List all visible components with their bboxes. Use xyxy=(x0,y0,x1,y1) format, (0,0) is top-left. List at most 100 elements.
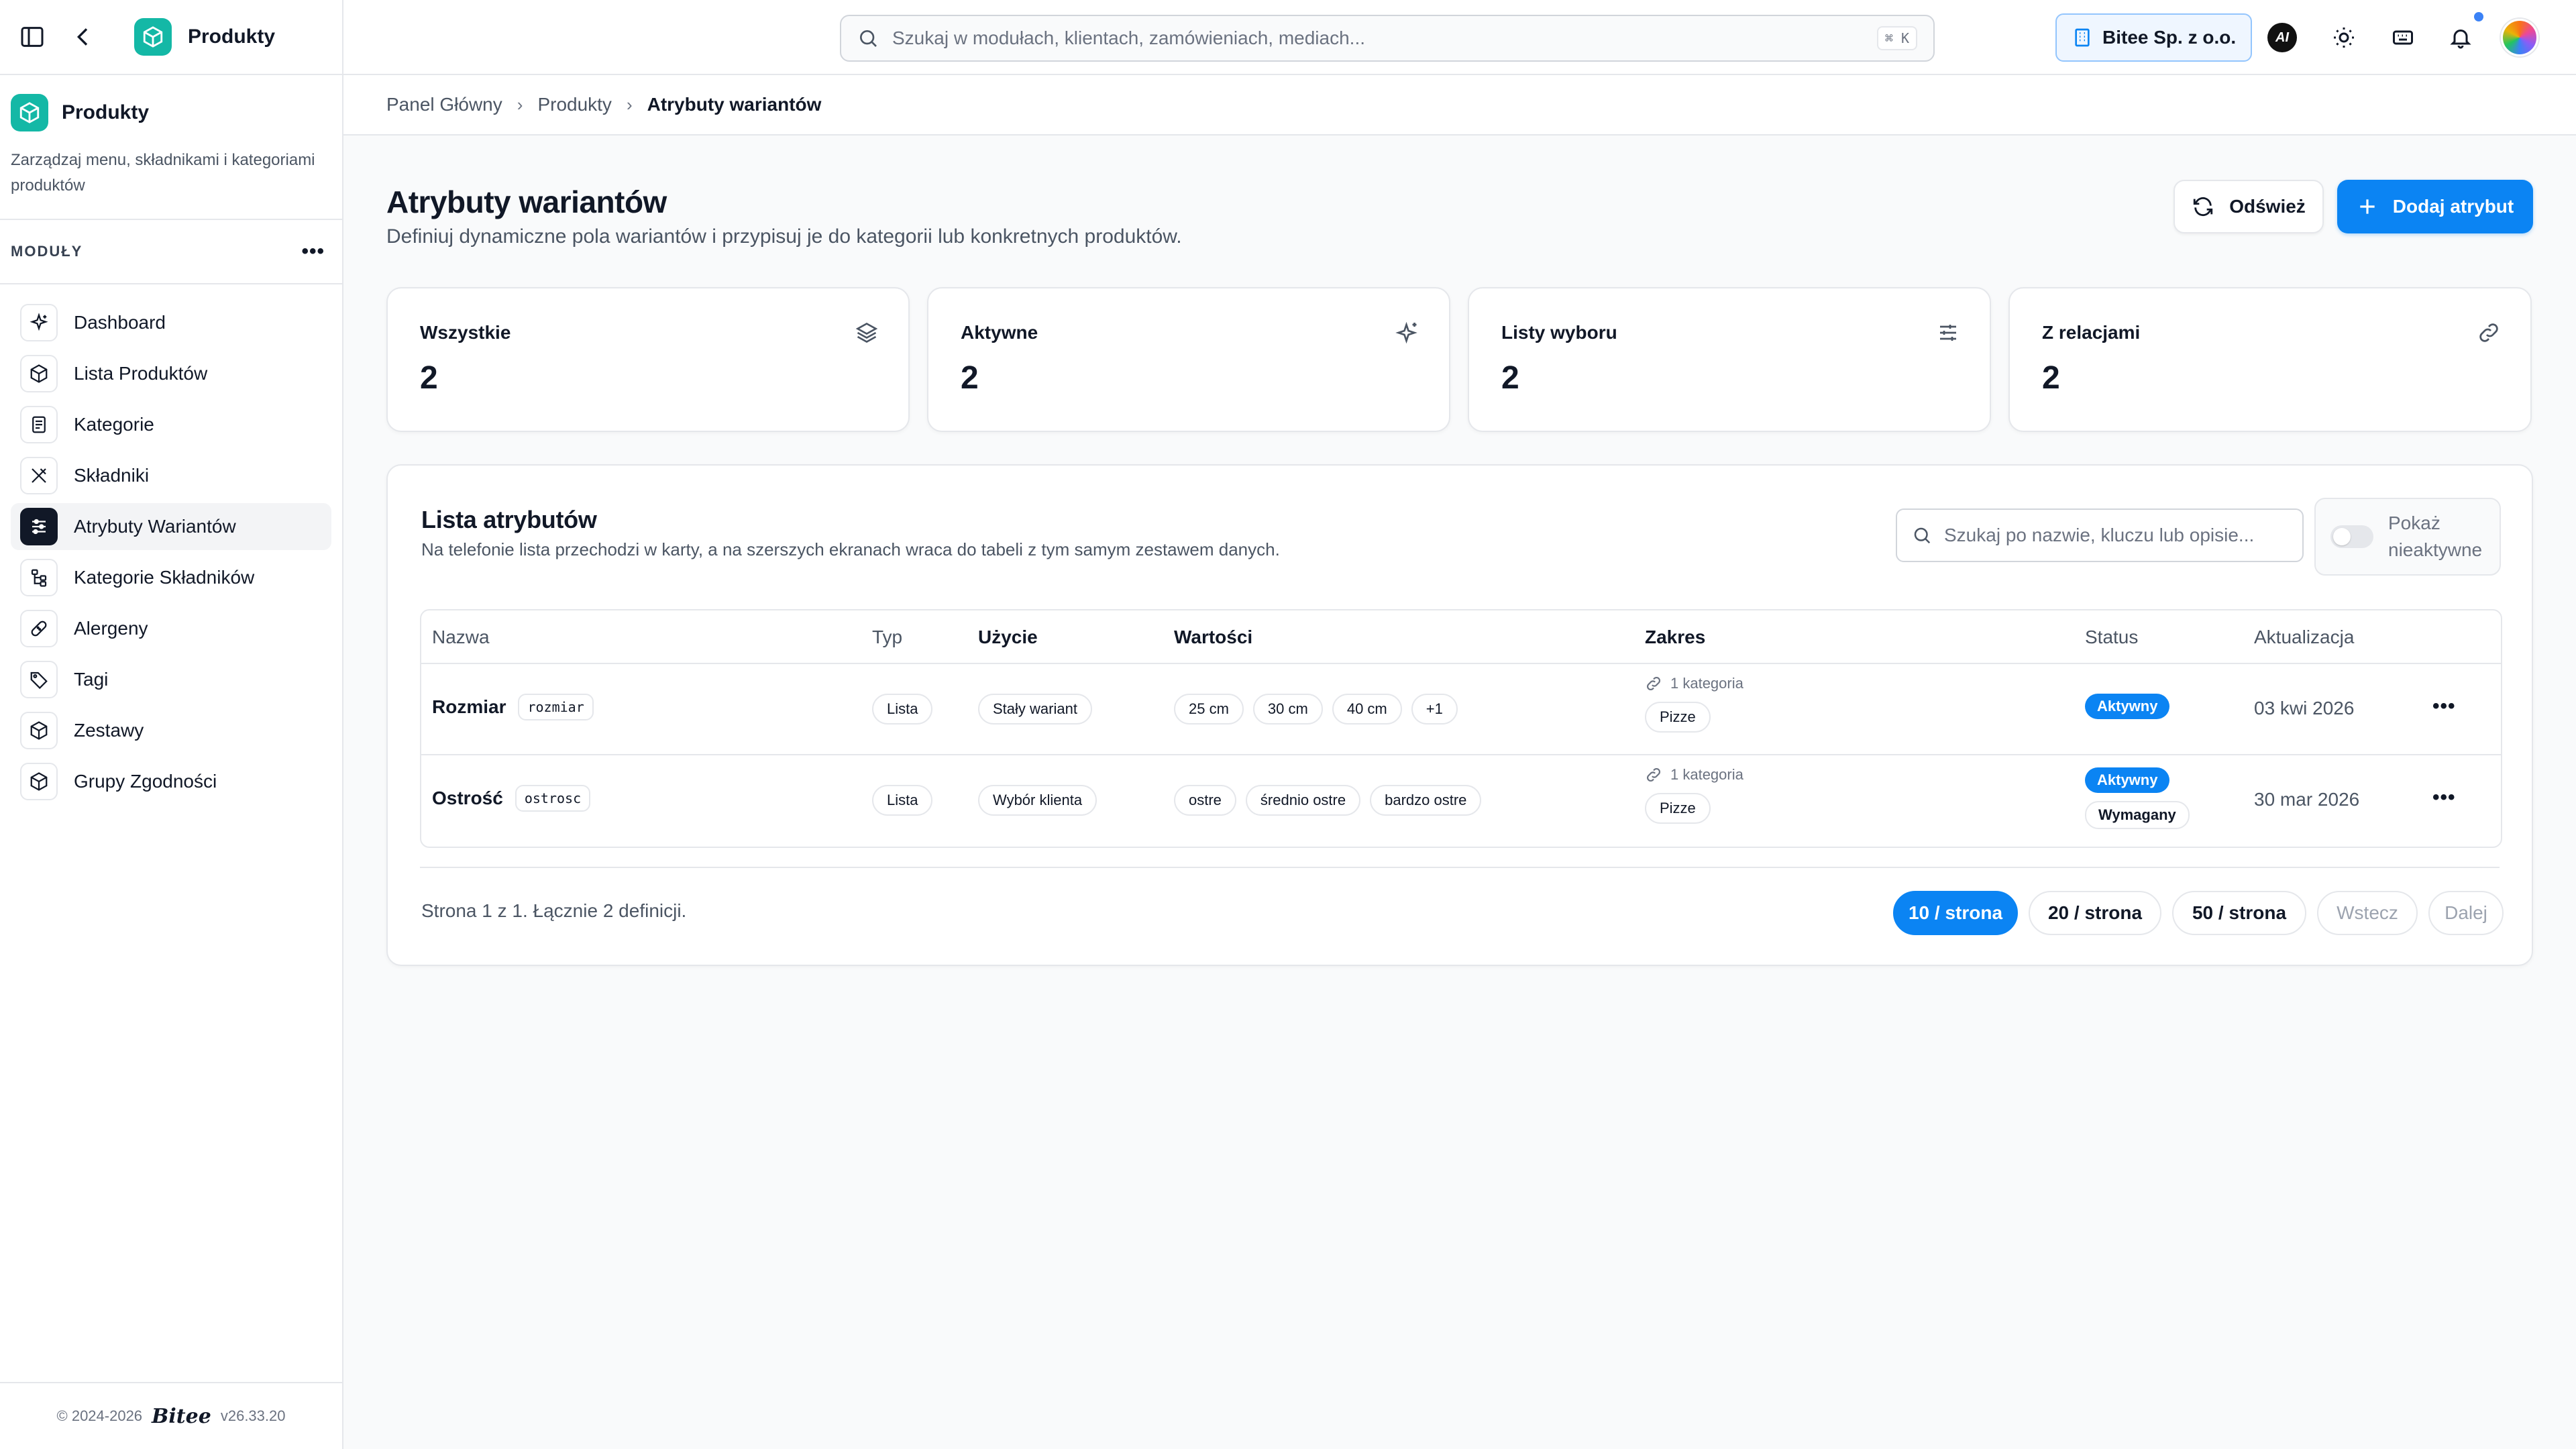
stat-value: 2 xyxy=(2042,360,2060,396)
box-icon xyxy=(20,712,58,749)
search-icon xyxy=(857,28,879,49)
stat-card-all: Wszystkie 2 xyxy=(386,287,910,432)
sidebar-item-lista-produktow[interactable]: Lista Produktów xyxy=(11,350,331,397)
page-size-10-button[interactable]: 10 / strona xyxy=(1893,891,2018,935)
refresh-button[interactable]: Odśwież xyxy=(2174,180,2324,233)
toggle-label-line2: nieaktywne xyxy=(2388,539,2483,560)
next-page-button[interactable]: Dalej xyxy=(2428,891,2504,935)
row-more-icon[interactable]: ••• xyxy=(2432,786,2456,809)
bell-icon[interactable] xyxy=(2447,24,2474,51)
section-title: Produkty xyxy=(62,101,150,123)
sliders-icon xyxy=(20,508,58,545)
page-title: Atrybuty wariantów xyxy=(386,184,667,219)
column-header-scope: Zakres xyxy=(1645,627,1706,647)
breadcrumb-item-current: Atrybuty wariantów xyxy=(647,94,822,115)
column-header-name[interactable]: Nazwa xyxy=(432,627,490,648)
breadcrumb-item-produkty[interactable]: Produkty xyxy=(537,94,612,115)
attribute-search-placeholder: Szukaj po nazwie, kluczu lub opisie... xyxy=(1944,525,2255,545)
sidebar-section-header: Produkty Zarządzaj menu, składnikami i k… xyxy=(0,75,342,220)
attribute-key: rozmiar xyxy=(518,694,594,720)
sidebar-nav: Dashboard Lista Produktów Kategorie Skła… xyxy=(0,284,342,805)
stat-label: Z relacjami xyxy=(2042,322,2141,343)
stat-label: Wszystkie xyxy=(420,322,511,343)
footer-version: v26.33.20 xyxy=(220,1407,286,1424)
section-description: Zarządzaj menu, składnikami i kategoriam… xyxy=(11,151,315,195)
toggle-switch[interactable] xyxy=(2330,525,2373,548)
keyboard-icon[interactable] xyxy=(2390,24,2416,51)
list-subtitle: Na telefonie lista przechodzi w karty, a… xyxy=(421,539,1280,559)
values-cell: ostre średnio ostre bardzo ostre xyxy=(1174,785,1482,816)
value-more-pill[interactable]: +1 xyxy=(1411,694,1458,724)
global-search-placeholder: Szukaj w modułach, klientach, zamówienia… xyxy=(892,28,1366,48)
tag-icon xyxy=(20,661,58,698)
value-pill: średnio ostre xyxy=(1245,785,1361,816)
table-row[interactable]: Ostrość ostrosc Lista Wybór klienta ostr… xyxy=(421,755,2501,847)
ai-assistant-icon[interactable]: AI xyxy=(2267,23,2297,52)
column-header-usage: Użycie xyxy=(978,627,1038,647)
page-size-50-button[interactable]: 50 / strona xyxy=(2172,891,2306,935)
value-pill: 40 cm xyxy=(1332,694,1402,724)
row-more-icon[interactable]: ••• xyxy=(2432,695,2456,718)
table-header: Nazwa Typ Użycie Wartości Zakres Status … xyxy=(421,610,2501,664)
chevron-right-icon: › xyxy=(517,94,523,115)
sidebar-item-dashboard[interactable]: Dashboard xyxy=(11,299,331,346)
search-shortcut: ⌘ K xyxy=(1876,26,1917,50)
modules-more-icon[interactable]: ••• xyxy=(301,240,325,263)
attribute-search-input[interactable]: Szukaj po nazwie, kluczu lub opisie... xyxy=(1896,508,2304,562)
updated-date: 03 kwi 2026 xyxy=(2254,698,2355,718)
modules-header: MODUŁY ••• xyxy=(0,220,342,284)
sidebar-item-label: Atrybuty Wariantów xyxy=(74,516,236,537)
breadcrumb: Panel Główny › Produkty › Atrybuty waria… xyxy=(343,75,2576,136)
toggle-label-line1: Pokaż xyxy=(2388,513,2440,533)
sparkles-icon xyxy=(1395,321,1419,345)
sidebar-item-atrybuty-wariantow[interactable]: Atrybuty Wariantów xyxy=(11,503,331,550)
company-switcher[interactable]: Bitee Sp. z o.o. xyxy=(2055,13,2253,62)
column-header-values: Wartości xyxy=(1174,627,1253,647)
utensils-icon xyxy=(20,457,58,494)
sidebar-toggle-icon[interactable] xyxy=(19,23,46,50)
back-chevron-icon[interactable] xyxy=(70,23,97,50)
avatar[interactable] xyxy=(2501,19,2538,56)
chevron-right-icon: › xyxy=(626,94,633,115)
refresh-label: Odśwież xyxy=(2229,196,2306,217)
layers-icon xyxy=(855,321,879,345)
sliders-icon xyxy=(1936,321,1960,345)
sidebar-item-alergeny[interactable]: Alergeny xyxy=(11,605,331,652)
sidebar-item-label: Kategorie xyxy=(74,414,154,435)
type-pill: Lista xyxy=(872,694,933,724)
column-header-status[interactable]: Status xyxy=(2085,627,2138,648)
attribute-name: Rozmiar xyxy=(432,696,506,717)
values-cell: 25 cm 30 cm 40 cm +1 xyxy=(1174,694,1458,724)
section-box-icon xyxy=(11,94,48,131)
sidebar-item-grupy-zgodnosci[interactable]: Grupy Zgodności xyxy=(11,758,331,805)
updated-date: 30 mar 2026 xyxy=(2254,789,2360,810)
scope-count-text: 1 kategoria xyxy=(1670,766,1743,783)
sidebar-item-skladniki[interactable]: Składniki xyxy=(11,452,331,499)
sidebar-item-label: Dashboard xyxy=(74,312,166,333)
stat-value: 2 xyxy=(420,360,438,396)
table-row[interactable]: Rozmiar rozmiar Lista Stały wariant 25 c… xyxy=(421,664,2501,755)
prev-page-button[interactable]: Wstecz xyxy=(2317,891,2418,935)
page-size-20-button[interactable]: 20 / strona xyxy=(2029,891,2161,935)
divider xyxy=(420,867,2500,868)
usage-pill: Stały wariant xyxy=(978,694,1092,724)
scope-count: 1 kategoria xyxy=(1645,675,1743,692)
building-icon xyxy=(2072,27,2093,48)
sidebar-item-kategorie-skladnikow[interactable]: Kategorie Składników xyxy=(11,554,331,601)
value-pill: 25 cm xyxy=(1174,694,1244,724)
sidebar-item-kategorie[interactable]: Kategorie xyxy=(11,401,331,448)
sidebar-item-tagi[interactable]: Tagi xyxy=(11,656,331,703)
value-pill: bardzo ostre xyxy=(1370,785,1482,816)
column-header-updated[interactable]: Aktualizacja xyxy=(2254,627,2354,648)
global-search[interactable]: Szukaj w modułach, klientach, zamówienia… xyxy=(840,15,1935,62)
show-inactive-toggle[interactable]: Pokaż nieaktywne xyxy=(2314,498,2501,576)
breadcrumb-item-panel[interactable]: Panel Główny xyxy=(386,94,502,115)
column-header-type[interactable]: Typ xyxy=(872,627,902,648)
refresh-icon xyxy=(2192,195,2214,218)
add-attribute-button[interactable]: Dodaj atrybut xyxy=(2337,180,2533,233)
sun-icon[interactable] xyxy=(2330,24,2357,51)
add-attribute-label: Dodaj atrybut xyxy=(2392,196,2514,217)
notification-dot xyxy=(2474,12,2483,21)
stat-value: 2 xyxy=(1501,360,1519,396)
sidebar-item-zestawy[interactable]: Zestawy xyxy=(11,707,331,754)
